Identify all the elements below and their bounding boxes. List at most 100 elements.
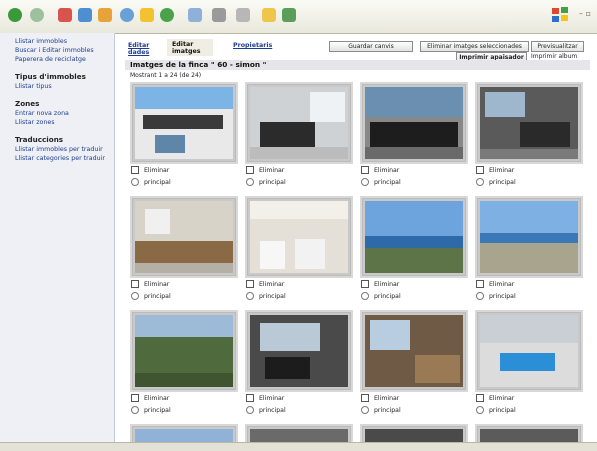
home-icon[interactable] bbox=[98, 8, 112, 22]
forward-icon[interactable] bbox=[30, 8, 44, 22]
image-thumbnail[interactable] bbox=[245, 196, 353, 278]
history-icon[interactable] bbox=[160, 8, 174, 22]
main-label: principal bbox=[489, 293, 516, 300]
partial-photo bbox=[365, 429, 463, 443]
delete-checkbox[interactable] bbox=[361, 394, 369, 402]
mail-icon[interactable] bbox=[188, 8, 202, 22]
delete-checkbox[interactable] bbox=[131, 394, 139, 402]
favorites-star-icon[interactable] bbox=[140, 8, 154, 22]
partial-photo bbox=[135, 429, 233, 443]
main-label: principal bbox=[259, 407, 286, 414]
delete-label: Eliminar bbox=[144, 395, 170, 402]
main-content: Editar dades Editar imatges Propietaris … bbox=[115, 33, 597, 446]
print-icon[interactable] bbox=[212, 8, 226, 22]
image-thumbnail[interactable] bbox=[475, 310, 583, 392]
image-thumbnail[interactable] bbox=[360, 82, 468, 164]
house-exterior-photo bbox=[135, 87, 233, 159]
image-thumbnail[interactable] bbox=[245, 82, 353, 164]
partial-photo bbox=[480, 429, 578, 443]
sidebar-item-list-zones[interactable]: Llistar zones bbox=[0, 118, 114, 127]
image-thumbnail[interactable] bbox=[475, 82, 583, 164]
main-label: principal bbox=[259, 179, 286, 186]
back-icon[interactable] bbox=[8, 8, 22, 22]
image-thumbnail[interactable] bbox=[475, 196, 583, 278]
delete-label: Eliminar bbox=[144, 167, 170, 174]
image-thumbnail[interactable] bbox=[130, 196, 238, 278]
delete-checkbox[interactable] bbox=[361, 280, 369, 288]
delete-checkbox[interactable] bbox=[361, 166, 369, 174]
main-radio[interactable] bbox=[131, 406, 139, 414]
delete-checkbox[interactable] bbox=[476, 280, 484, 288]
delete-checkbox[interactable] bbox=[246, 394, 254, 402]
sidebar-heading-property-types: Tipus d'immobles bbox=[15, 72, 86, 81]
image-thumbnail[interactable] bbox=[360, 310, 468, 392]
results-count: Mostrant 1 a 24 (de 24) bbox=[130, 72, 202, 79]
image-card: Eliminar principal bbox=[245, 82, 353, 188]
main-radio[interactable] bbox=[246, 178, 254, 186]
main-label: principal bbox=[144, 293, 171, 300]
delete-checkbox[interactable] bbox=[131, 280, 139, 288]
sidebar-item-list-types[interactable]: Llistar tipus bbox=[0, 82, 114, 91]
main-radio[interactable] bbox=[131, 292, 139, 300]
delete-checkbox[interactable] bbox=[476, 394, 484, 402]
edit-icon[interactable] bbox=[236, 8, 250, 22]
main-label: principal bbox=[374, 407, 401, 414]
image-card: Eliminar principal bbox=[475, 196, 583, 302]
sidebar-item-translate-categories[interactable]: Llistar categories per traduir bbox=[0, 154, 114, 163]
tab-owners[interactable]: Propietaris bbox=[233, 42, 272, 49]
refresh-icon[interactable] bbox=[78, 8, 92, 22]
sidebar-heading-translations: Traduccions bbox=[15, 135, 64, 144]
main-radio[interactable] bbox=[476, 178, 484, 186]
delete-selected-button[interactable]: Eliminar imatges seleccionades bbox=[420, 41, 529, 52]
main-radio[interactable] bbox=[476, 406, 484, 414]
main-label: principal bbox=[489, 407, 516, 414]
messenger-icon[interactable] bbox=[282, 8, 296, 22]
image-thumbnail[interactable] bbox=[360, 196, 468, 278]
sidebar-item-new-zone[interactable]: Entrar nova zona bbox=[0, 109, 114, 118]
main-radio[interactable] bbox=[361, 178, 369, 186]
image-thumbnail[interactable] bbox=[245, 310, 353, 392]
bay-view-photo bbox=[365, 201, 463, 273]
delete-label: Eliminar bbox=[374, 395, 400, 402]
sidebar: Llistar immobles Buscar i Editar immoble… bbox=[0, 33, 115, 442]
image-thumbnail[interactable] bbox=[130, 82, 238, 164]
delete-label: Eliminar bbox=[374, 281, 400, 288]
image-card: Eliminar principal bbox=[475, 82, 583, 188]
tab-edit-data[interactable]: Editar dades bbox=[128, 42, 158, 56]
image-card: Eliminar principal bbox=[360, 196, 468, 302]
kitchen-window-photo bbox=[365, 315, 463, 387]
image-card: Eliminar principal bbox=[360, 310, 468, 416]
main-radio[interactable] bbox=[476, 292, 484, 300]
tab-edit-images[interactable]: Editar imatges bbox=[167, 39, 213, 56]
image-thumbnail[interactable] bbox=[130, 310, 238, 392]
delete-label: Eliminar bbox=[259, 281, 285, 288]
delete-checkbox[interactable] bbox=[131, 166, 139, 174]
sidebar-item-search-edit[interactable]: Buscar i Editar immobles bbox=[0, 46, 114, 55]
kitchen-photo bbox=[135, 201, 233, 273]
sidebar-item-translate-properties[interactable]: Llistar immobles per traduir bbox=[0, 145, 114, 154]
preview-button[interactable]: Previsualitzar bbox=[531, 41, 584, 52]
delete-checkbox[interactable] bbox=[246, 166, 254, 174]
sidebar-heading-zones: Zones bbox=[15, 99, 40, 108]
main-label: principal bbox=[144, 407, 171, 414]
main-radio[interactable] bbox=[246, 406, 254, 414]
folder-icon[interactable] bbox=[262, 8, 276, 22]
sidebar-item-list-properties[interactable]: Llistar immobles bbox=[0, 37, 114, 46]
save-changes-button[interactable]: Guardar canvis bbox=[329, 41, 413, 52]
delete-label: Eliminar bbox=[259, 167, 285, 174]
page-title: Imatges de la finca " 60 - simon " bbox=[125, 60, 590, 70]
delete-checkbox[interactable] bbox=[476, 166, 484, 174]
main-label: principal bbox=[374, 179, 401, 186]
browser-toolbar: – ▫ bbox=[0, 0, 597, 34]
sidebar-item-recycle-bin[interactable]: Paperera de reciclatge bbox=[0, 55, 114, 64]
delete-checkbox[interactable] bbox=[246, 280, 254, 288]
image-card: Eliminar principal bbox=[475, 310, 583, 416]
delete-label: Eliminar bbox=[489, 281, 515, 288]
search-icon[interactable] bbox=[120, 8, 134, 22]
main-radio[interactable] bbox=[131, 178, 139, 186]
main-radio[interactable] bbox=[246, 292, 254, 300]
stop-icon[interactable] bbox=[58, 8, 72, 22]
main-radio[interactable] bbox=[361, 406, 369, 414]
main-radio[interactable] bbox=[361, 292, 369, 300]
window-controls-icon[interactable]: – ▫ bbox=[579, 9, 591, 18]
